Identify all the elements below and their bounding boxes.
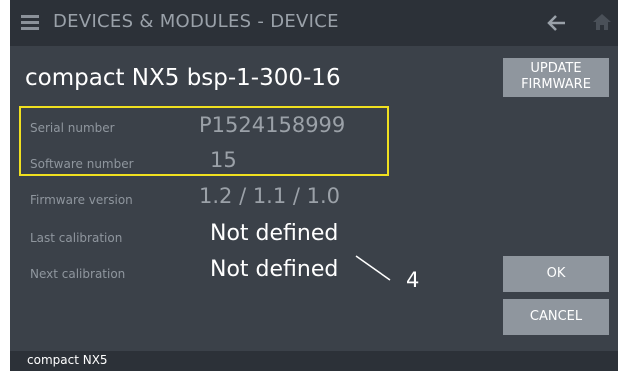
firmware-version-label: Firmware version [30, 193, 133, 207]
last-calibration-label: Last calibration [30, 231, 123, 245]
back-arrow-icon[interactable] [546, 12, 568, 34]
serial-number-value: P1524158999 [199, 113, 346, 137]
device-screen: DEVICES & MODULES - DEVICE compact NX5 b… [10, 0, 618, 371]
last-calibration-value: Not defined [210, 221, 339, 246]
update-firmware-label-line2: FIRMWARE [521, 77, 591, 92]
device-name: compact NX5 bsp-1-300-16 [25, 65, 341, 91]
footer-device-name: compact NX5 [27, 353, 108, 367]
software-number-label: Software number [30, 157, 134, 171]
cancel-button[interactable]: CANCEL [503, 299, 609, 335]
firmware-version-value: 1.2 / 1.1 / 1.0 [199, 184, 341, 208]
header-bar: DEVICES & MODULES - DEVICE [10, 0, 618, 46]
home-icon[interactable] [592, 12, 612, 32]
callout-number: 4 [406, 268, 420, 292]
menu-icon[interactable] [21, 15, 39, 30]
software-number-value: 15 [210, 148, 237, 172]
ok-button[interactable]: OK [503, 256, 609, 292]
serial-number-label: Serial number [30, 121, 115, 135]
update-firmware-label-line1: UPDATE [530, 61, 582, 76]
page-title: DEVICES & MODULES - DEVICE [53, 11, 339, 32]
update-firmware-button[interactable]: UPDATE FIRMWARE [503, 58, 609, 97]
next-calibration-label: Next calibration [30, 267, 126, 281]
next-calibration-value: Not defined [210, 257, 339, 282]
footer-bar: compact NX5 [10, 351, 618, 371]
